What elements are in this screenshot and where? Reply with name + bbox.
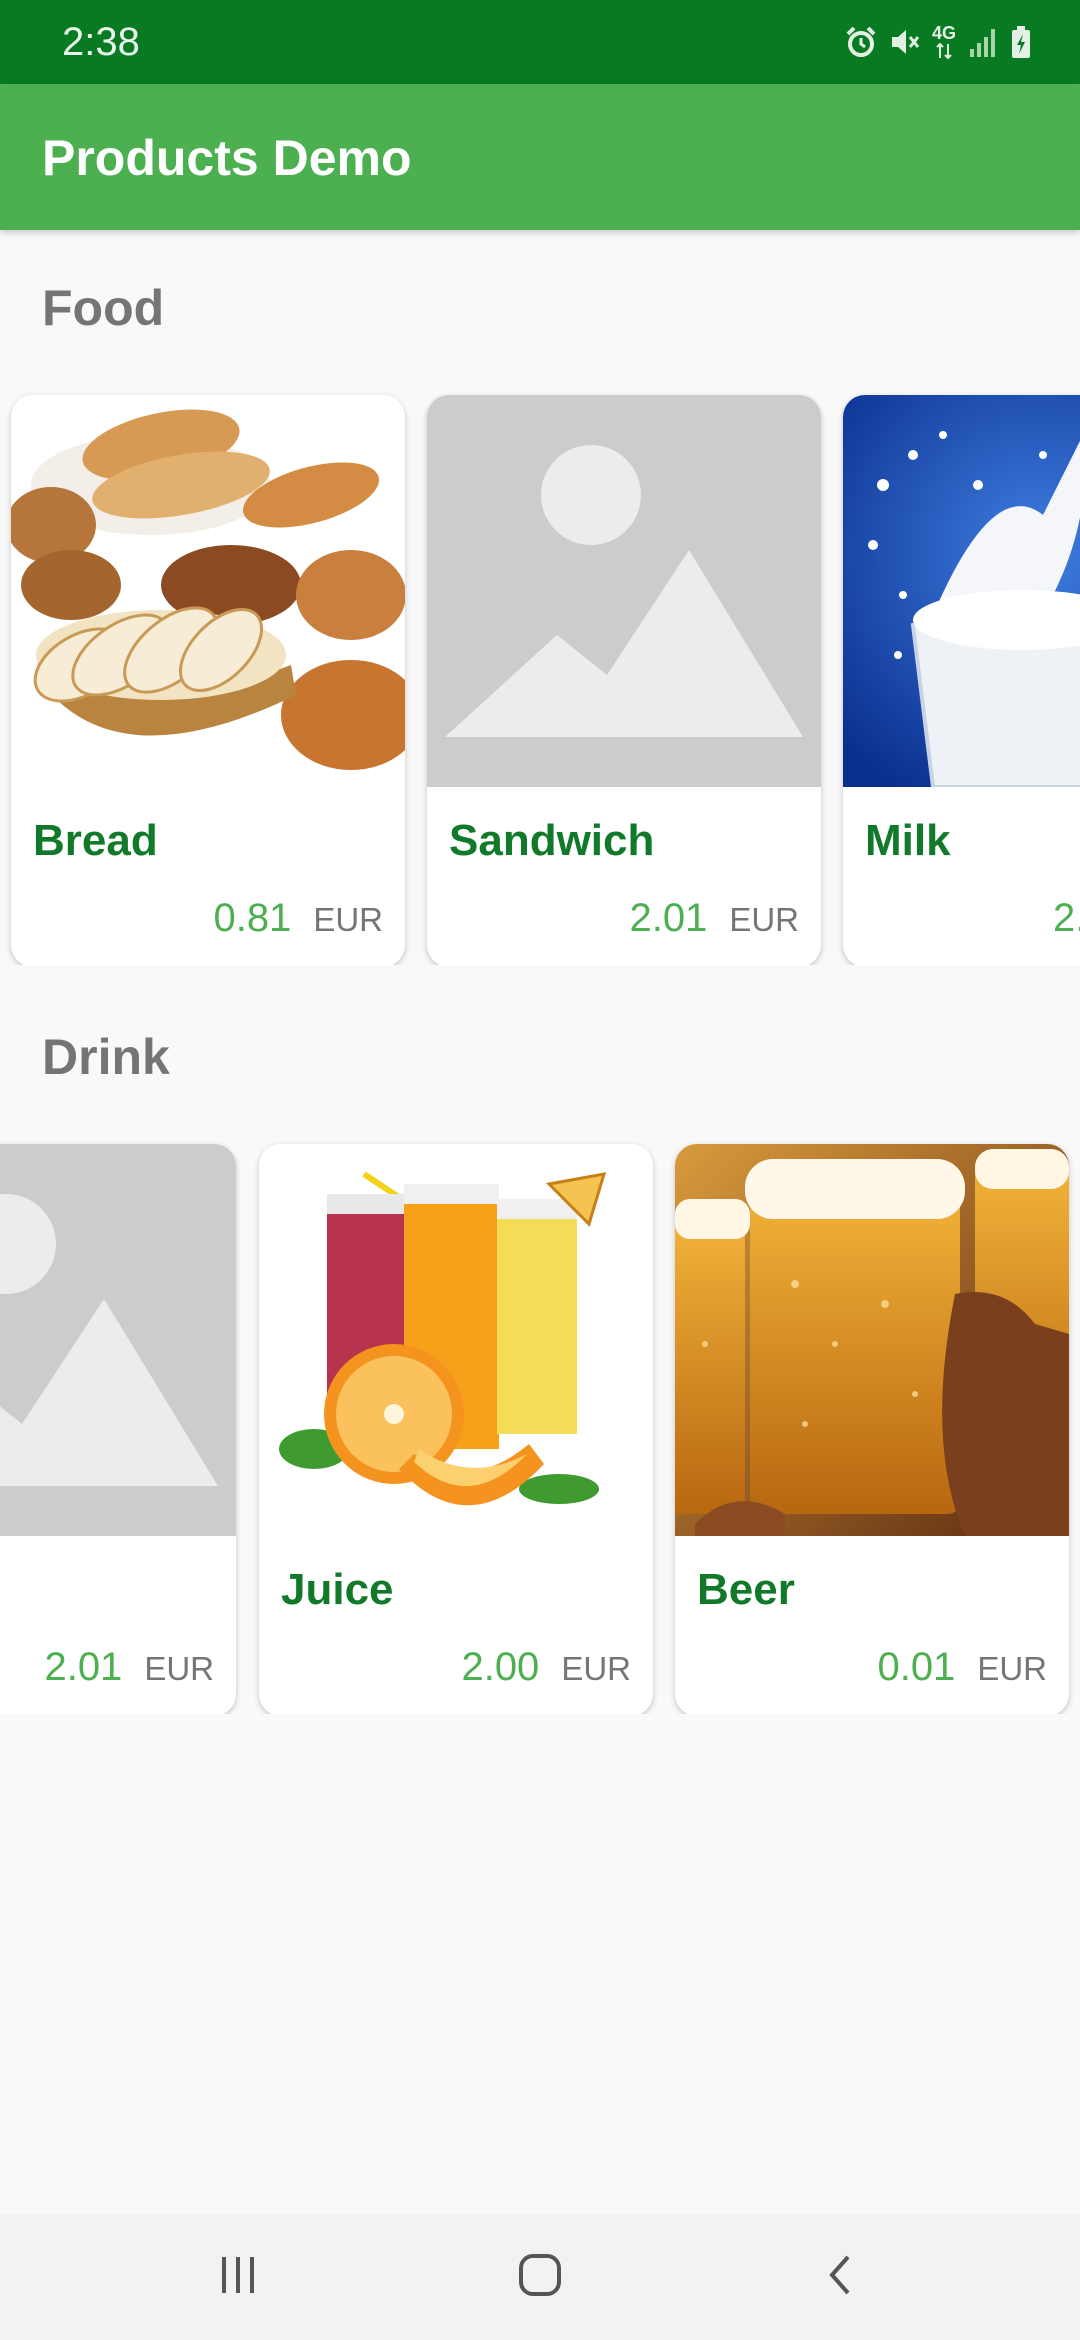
product-name: Bread (33, 816, 158, 865)
price-row: 2.01 EUR (44, 1644, 214, 1692)
product-card-beer[interactable]: Beer 0.01 EUR (675, 1144, 1069, 1714)
bread-photo (11, 395, 405, 787)
food-product-row[interactable]: Bread 0.81 EUR Sandwich 2.01 EUR Milk 2 (0, 385, 1080, 965)
product-currency: EUR (561, 1650, 631, 1687)
product-currency: EUR (144, 1650, 214, 1687)
product-card-sandwich[interactable]: Sandwich 2.01 EUR (427, 395, 821, 965)
product-price: 0.81 (213, 896, 292, 940)
price-row: 0.81 EUR (213, 895, 383, 943)
price-row: 2.00 EUR (461, 1644, 631, 1692)
drink-product-row[interactable]: 2.01 EUR Juice 2.00 EUR Beer 0.01 EUR (0, 1134, 1080, 1714)
product-price: 0.01 (877, 1645, 956, 1689)
product-name: Sandwich (449, 816, 655, 865)
product-price: 2.01 (629, 896, 708, 940)
product-card-milk[interactable]: Milk 2. (843, 395, 1080, 965)
product-card-bread[interactable]: Bread 0.81 EUR (11, 395, 405, 965)
section-title-drink: Drink (42, 1029, 170, 1085)
home-icon (516, 2251, 564, 2304)
status-time: 2:38 (62, 20, 140, 64)
product-currency: EUR (729, 901, 799, 938)
beer-photo (675, 1144, 1069, 1536)
back-icon (820, 2253, 864, 2302)
product-price: 2.01 (44, 1645, 123, 1689)
product-name: Beer (697, 1565, 795, 1614)
network-4g-icon: 4G (932, 24, 956, 60)
price-row: 2. (1053, 895, 1080, 941)
placeholder-image-icon (0, 1144, 236, 1536)
app-title: Products Demo (42, 130, 412, 186)
status-bar: 2:38 4G (0, 0, 1080, 84)
app-bar: Products Demo (0, 84, 1080, 230)
product-currency: EUR (977, 1650, 1047, 1687)
network-label: 4G (931, 23, 956, 43)
section-title-food: Food (42, 280, 165, 336)
product-name: Juice (281, 1565, 394, 1614)
placeholder-image-icon (427, 395, 821, 787)
juice-photo (259, 1144, 653, 1536)
product-price: 2.00 (461, 1645, 540, 1689)
vibrate-mute-icon (888, 25, 922, 59)
signal-icon (966, 25, 1000, 59)
status-icons: 4G (844, 20, 1032, 64)
product-card-juice[interactable]: Juice 2.00 EUR (259, 1144, 653, 1714)
product-name: Milk (865, 816, 951, 865)
back-button[interactable] (742, 2214, 942, 2340)
product-currency: EUR (313, 901, 383, 938)
recent-apps-button[interactable] (138, 2214, 338, 2340)
milk-photo (843, 395, 1080, 787)
recent-apps-icon (216, 2253, 260, 2302)
home-button[interactable] (440, 2214, 640, 2340)
price-row: 0.01 EUR (877, 1644, 1047, 1692)
battery-charging-icon (1010, 25, 1032, 59)
product-card-partial[interactable]: 2.01 EUR (0, 1144, 236, 1714)
navigation-bar (0, 2214, 1080, 2340)
product-price: 2. (1053, 896, 1080, 940)
alarm-icon (844, 25, 878, 59)
price-row: 2.01 EUR (629, 895, 799, 943)
